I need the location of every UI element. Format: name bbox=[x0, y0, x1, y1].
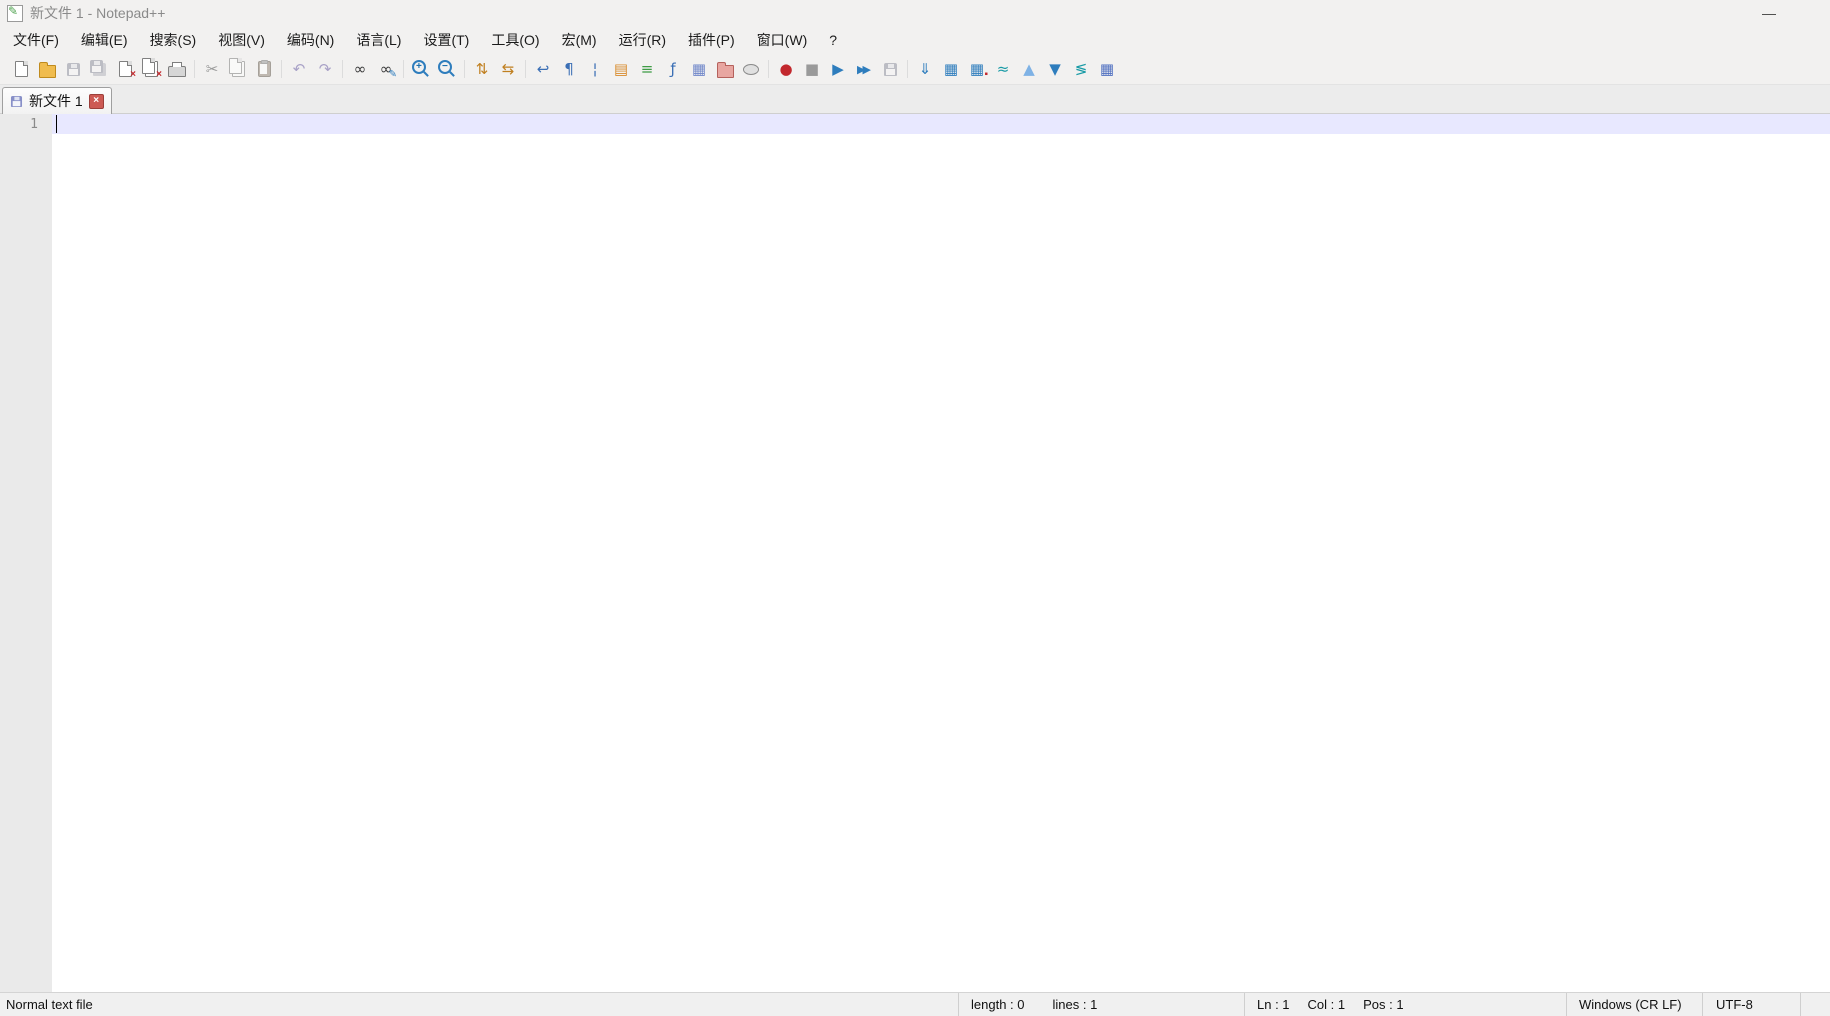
project-panel-icon[interactable]: ▦ bbox=[687, 57, 711, 82]
menu-bar: 文件(F)编辑(E)搜索(S)视图(V)编码(N)语言(L)设置(T)工具(O)… bbox=[0, 26, 1830, 54]
sync-vertical-scroll-icon[interactable]: ⇅ bbox=[470, 57, 494, 82]
macro-record-icon[interactable]: ● bbox=[774, 57, 798, 82]
status-encoding: UTF-8 bbox=[1702, 993, 1800, 1016]
toolbar-separator bbox=[907, 60, 908, 78]
close-file-icon[interactable]: × bbox=[113, 57, 137, 82]
save-all-icon[interactable] bbox=[87, 57, 111, 82]
line-number-gutter[interactable]: 1 bbox=[0, 114, 52, 992]
tab-save-state-icon bbox=[11, 95, 22, 106]
document-map-icon[interactable]: ▤ bbox=[609, 57, 633, 82]
text-caret bbox=[56, 115, 57, 133]
editor: 1 bbox=[0, 114, 1830, 992]
open-file-icon[interactable] bbox=[35, 57, 59, 82]
new-file-icon[interactable] bbox=[9, 57, 33, 82]
status-column: Col : 1 bbox=[1308, 997, 1346, 1012]
show-indent-guide-icon[interactable]: ¦ bbox=[583, 57, 607, 82]
tab-bar: 新文件 1 × bbox=[0, 85, 1830, 114]
save-file-icon[interactable] bbox=[61, 57, 85, 82]
folder-as-workspace-icon[interactable] bbox=[713, 57, 737, 82]
notepadpp-window: 新文件 1 - Notepad++ — 文件(F)编辑(E)搜索(S)视图(V)… bbox=[0, 0, 1830, 1016]
line-number[interactable]: 1 bbox=[0, 114, 52, 134]
move-down-icon[interactable]: ▼ bbox=[1043, 57, 1067, 82]
toolbar-separator bbox=[768, 60, 769, 78]
menu-item-edit[interactable]: 编辑(E) bbox=[70, 26, 139, 54]
function-list-icon[interactable]: ƒ bbox=[661, 57, 685, 82]
menu-item-language[interactable]: 语言(L) bbox=[345, 26, 412, 54]
print-icon[interactable] bbox=[165, 57, 189, 82]
menu-item-settings[interactable]: 设置(T) bbox=[412, 26, 480, 54]
status-bar: Normal text file length : 0 lines : 1 Ln… bbox=[0, 992, 1830, 1016]
copy-icon[interactable] bbox=[226, 57, 250, 82]
zoom-out-icon[interactable]: − bbox=[435, 57, 459, 82]
monitoring-icon[interactable] bbox=[739, 57, 763, 82]
minimize-button[interactable]: — bbox=[1746, 0, 1792, 26]
status-doc-size: length : 0 lines : 1 bbox=[958, 993, 1244, 1016]
menu-item-tools[interactable]: 工具(O) bbox=[480, 26, 550, 54]
paste-icon[interactable] bbox=[252, 57, 276, 82]
replace-icon[interactable]: ∞✎ bbox=[374, 57, 398, 82]
menu-item-encoding[interactable]: 编码(N) bbox=[276, 26, 345, 54]
tab-new-file-1[interactable]: 新文件 1 × bbox=[2, 87, 112, 114]
tab-label: 新文件 1 bbox=[29, 91, 83, 111]
toolbar-separator bbox=[464, 60, 465, 78]
plugin-grid-icon[interactable]: ▦ bbox=[1095, 57, 1119, 82]
plugin-table-icon[interactable]: ▦ bbox=[939, 57, 963, 82]
menu-item-search[interactable]: 搜索(S) bbox=[139, 26, 208, 54]
menu-item-help[interactable]: ? bbox=[818, 26, 848, 54]
toolbar-separator bbox=[194, 60, 195, 78]
macro-stop-icon[interactable]: ■ bbox=[800, 57, 824, 82]
menu-item-plugins[interactable]: 插件(P) bbox=[677, 26, 746, 54]
tab-close-button[interactable]: × bbox=[89, 94, 104, 109]
plugin-panel-icon[interactable]: ⇓ bbox=[913, 57, 937, 82]
document-list-icon[interactable]: ≡ bbox=[635, 57, 659, 82]
window-controls: — bbox=[1746, 0, 1792, 26]
status-lines: lines : 1 bbox=[1053, 997, 1098, 1012]
status-typing-mode bbox=[1800, 993, 1830, 1016]
toolbar-separator bbox=[403, 60, 404, 78]
status-line: Ln : 1 bbox=[1257, 997, 1290, 1012]
toolbar: ××✂↶↷∞∞✎+−⇅⇆↩¶¦▤≡ƒ▦●■▶▶▶⇓▦▦▪≈▲▼≶▦ bbox=[0, 54, 1830, 85]
find-icon[interactable]: ∞ bbox=[348, 57, 372, 82]
menu-item-window[interactable]: 窗口(W) bbox=[746, 26, 819, 54]
word-wrap-icon[interactable]: ↩ bbox=[531, 57, 555, 82]
macro-run-multiple-icon[interactable]: ▶▶ bbox=[852, 57, 876, 82]
status-caret-position: Ln : 1 Col : 1 Pos : 1 bbox=[1244, 993, 1566, 1016]
move-up-icon[interactable]: ▲ bbox=[1017, 57, 1041, 82]
macro-save-icon[interactable] bbox=[878, 57, 902, 82]
plugin-sort-icon[interactable]: ≶ bbox=[1069, 57, 1093, 82]
toolbar-separator bbox=[525, 60, 526, 78]
current-line-highlight bbox=[52, 114, 1830, 134]
show-all-characters-icon[interactable]: ¶ bbox=[557, 57, 581, 82]
zoom-in-icon[interactable]: + bbox=[409, 57, 433, 82]
toolbar-separator bbox=[342, 60, 343, 78]
text-area[interactable] bbox=[52, 114, 1830, 992]
toolbar-separator bbox=[281, 60, 282, 78]
title-bar: 新文件 1 - Notepad++ — bbox=[0, 0, 1830, 26]
status-length: length : 0 bbox=[971, 997, 1025, 1012]
undo-icon[interactable]: ↶ bbox=[287, 57, 311, 82]
macro-play-icon[interactable]: ▶ bbox=[826, 57, 850, 82]
status-pos: Pos : 1 bbox=[1363, 997, 1403, 1012]
menu-item-run[interactable]: 运行(R) bbox=[608, 26, 677, 54]
sync-horizontal-scroll-icon[interactable]: ⇆ bbox=[496, 57, 520, 82]
plugin-align-icon[interactable]: ≈ bbox=[991, 57, 1015, 82]
status-doc-type: Normal text file bbox=[0, 993, 958, 1016]
status-eol-format: Windows (CR LF) bbox=[1566, 993, 1702, 1016]
notepadpp-logo-icon bbox=[7, 5, 23, 22]
menu-item-macro[interactable]: 宏(M) bbox=[551, 26, 608, 54]
close-all-icon[interactable]: × bbox=[139, 57, 163, 82]
redo-icon[interactable]: ↷ bbox=[313, 57, 337, 82]
window-title: 新文件 1 - Notepad++ bbox=[30, 3, 165, 23]
plugin-table-edit-icon[interactable]: ▦▪ bbox=[965, 57, 989, 82]
cut-icon[interactable]: ✂ bbox=[200, 57, 224, 82]
menu-item-file[interactable]: 文件(F) bbox=[2, 26, 70, 54]
menu-item-view[interactable]: 视图(V) bbox=[207, 26, 276, 54]
